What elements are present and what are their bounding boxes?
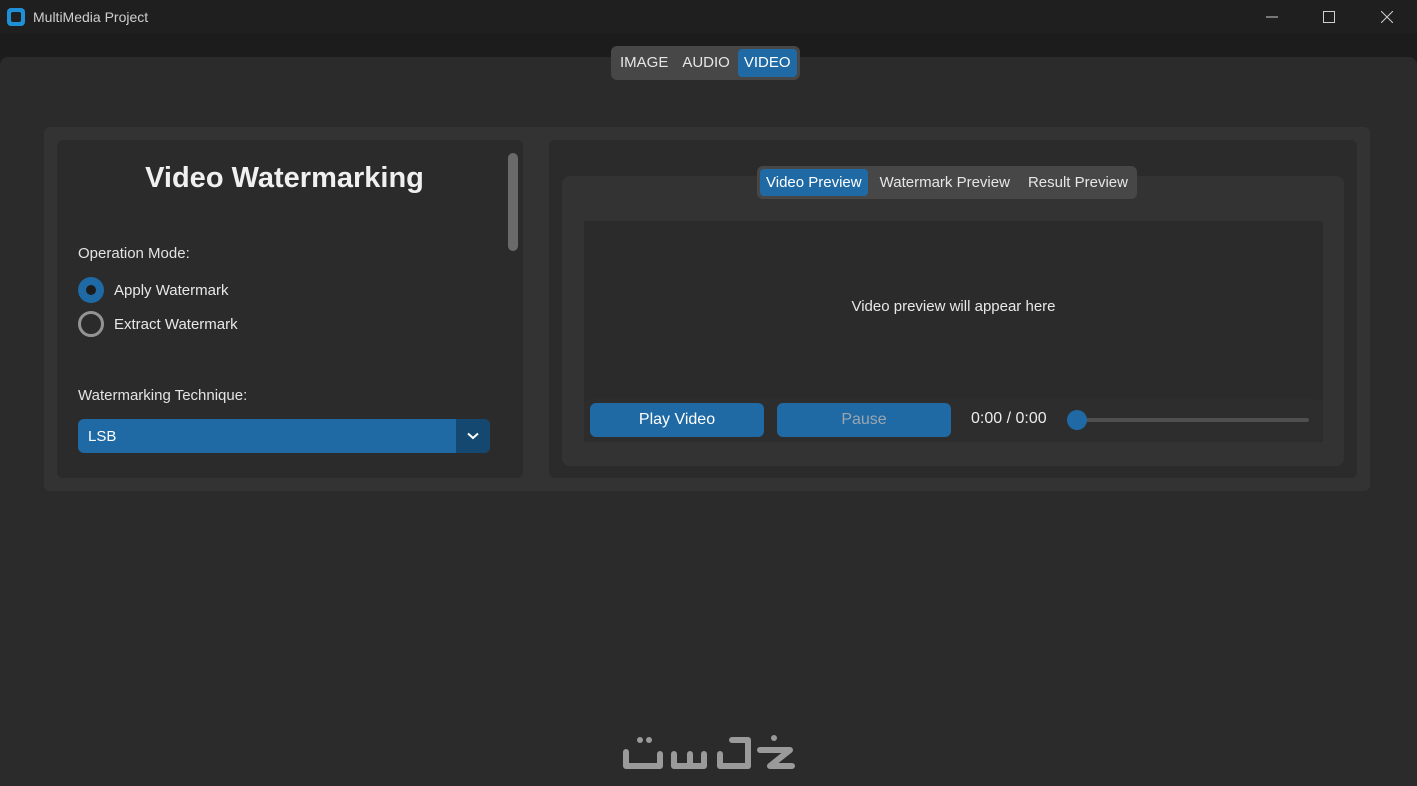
close-button[interactable] [1358,0,1416,33]
tab-watermark-preview[interactable]: Watermark Preview [874,169,1016,196]
radio-label: Apply Watermark [114,281,229,299]
technique-label: Watermarking Technique: [78,387,248,404]
minimize-icon [1266,16,1278,17]
operation-mode-label: Operation Mode: [78,245,190,262]
window-title: MultiMedia Project [33,8,149,25]
pause-button[interactable]: Pause [777,403,951,437]
title-bar: MultiMedia Project [0,0,1417,33]
tab-image[interactable]: IMAGE [614,49,674,77]
khamsat-logo [623,735,795,769]
radio-unchecked-icon [78,311,104,337]
video-placeholder-text: Video preview will appear here [851,298,1056,315]
technique-dropdown[interactable]: LSB [78,419,490,453]
tab-video[interactable]: VIDEO [737,49,797,77]
app-icon [7,7,25,26]
close-icon [1381,10,1393,23]
chevron-down-icon [467,432,479,440]
play-video-button[interactable]: Play Video [590,403,764,437]
maximize-icon [1323,10,1335,23]
dropdown-arrow-button[interactable] [456,419,490,453]
radio-label: Extract Watermark [114,315,238,333]
maximize-button[interactable] [1300,0,1358,33]
tab-audio[interactable]: AUDIO [676,49,736,77]
preview-tab-bar: Video Preview Watermark Preview Result P… [757,166,1137,199]
minimize-button[interactable] [1243,0,1301,33]
radio-checked-icon [78,277,104,303]
radio-extract-watermark[interactable]: Extract Watermark [78,311,238,337]
tab-video-preview[interactable]: Video Preview [760,169,868,196]
tab-result-preview[interactable]: Result Preview [1022,169,1134,196]
seek-slider-handle[interactable] [1067,410,1087,430]
radio-apply-watermark[interactable]: Apply Watermark [78,277,228,303]
dropdown-value: LSB [88,427,117,445]
panel-title: Video Watermarking [145,162,424,194]
time-readout: 0:00 / 0:00 [971,410,1047,427]
settings-scrollbar[interactable] [508,153,518,251]
seek-slider-track[interactable] [1074,418,1309,422]
main-tab-bar: IMAGE AUDIO VIDEO [611,46,800,80]
